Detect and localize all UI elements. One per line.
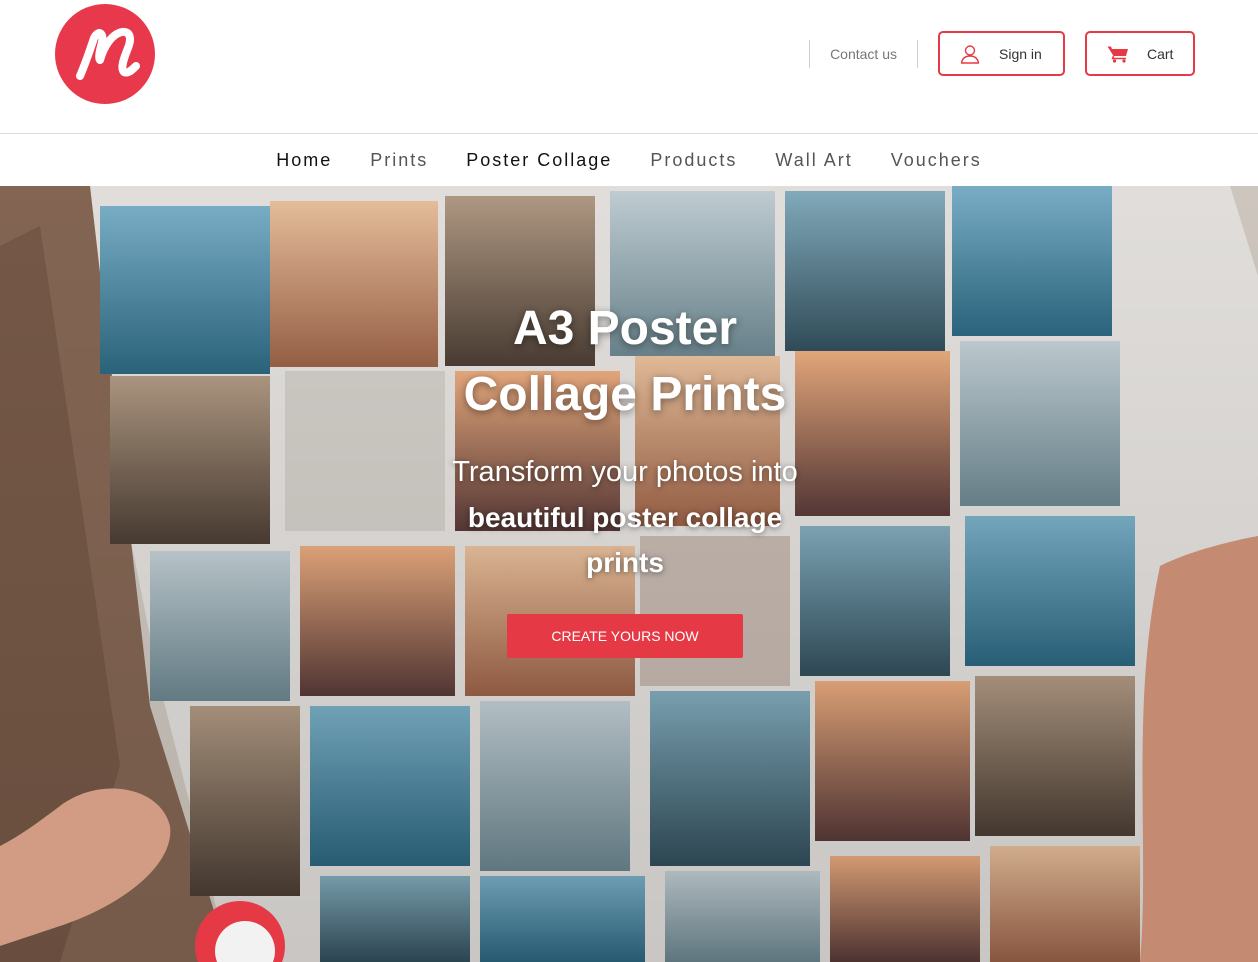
create-yours-now-button[interactable]: CREATE YOURS NOW: [507, 614, 743, 658]
nav-item-prints[interactable]: Prints: [370, 150, 428, 171]
divider: [917, 39, 918, 68]
cart-label: Cart: [1147, 45, 1174, 62]
hero-subtitle-line-2: beautiful poster collage: [467, 502, 783, 533]
main-nav: Home Prints Poster Collage Products Wall…: [0, 133, 1258, 186]
hero-title: A3 Poster Collage Prints: [429, 296, 821, 428]
nav-item-home[interactable]: Home: [276, 150, 332, 171]
contact-us-link[interactable]: Contact us: [810, 46, 917, 62]
cart-button[interactable]: Cart: [1085, 31, 1195, 76]
hero-subtitle-line-3: prints: [586, 547, 664, 578]
hero-banner: A3 Poster Collage Prints Transform your …: [0, 186, 1258, 962]
hero-content: A3 Poster Collage Prints Transform your …: [429, 296, 821, 658]
site-header: Contact us Sign in Cart: [0, 0, 1258, 133]
hero-subtitle-line-1: Transform your photos into: [452, 456, 798, 488]
header-actions: Contact us Sign in Cart: [809, 31, 1195, 76]
hero-title-line-2: Collage Prints: [463, 368, 787, 421]
shopping-cart-icon: [1107, 46, 1128, 63]
hero-title-line-1: A3 Poster: [512, 302, 738, 355]
user-icon: [960, 44, 980, 64]
nav-item-poster-collage[interactable]: Poster Collage: [466, 150, 612, 171]
nav-item-wall-art[interactable]: Wall Art: [775, 150, 852, 171]
nav-item-vouchers[interactable]: Vouchers: [891, 150, 982, 171]
sign-in-button[interactable]: Sign in: [938, 31, 1065, 76]
logo[interactable]: [55, 4, 155, 104]
sign-in-label: Sign in: [999, 45, 1042, 62]
nav-item-products[interactable]: Products: [650, 150, 737, 171]
script-n-logo-icon: [76, 27, 140, 80]
